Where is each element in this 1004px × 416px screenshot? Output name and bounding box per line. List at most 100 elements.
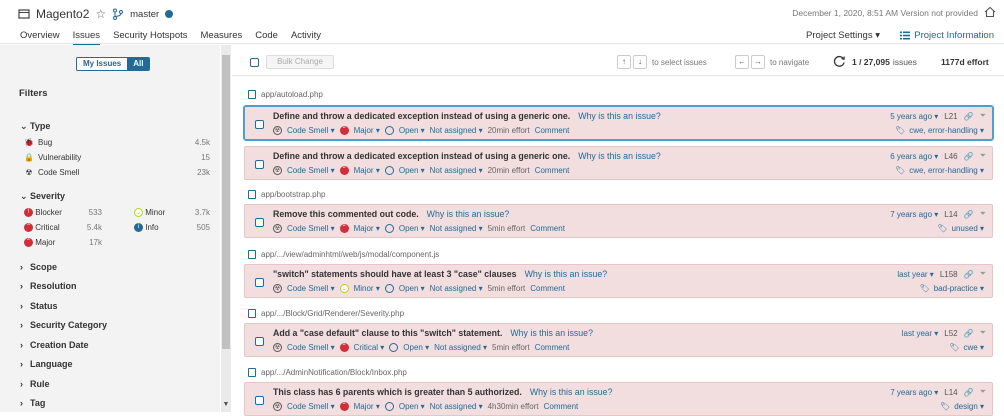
issue-status-dropdown[interactable]: Open ▾ bbox=[399, 402, 425, 411]
filter-severity-blocker[interactable]: ! Blocker 533 bbox=[24, 208, 102, 217]
why-is-this-an-issue-link[interactable]: Why is this an issue? bbox=[510, 328, 593, 338]
issue-assignee-dropdown[interactable]: Not assigned ▾ bbox=[430, 126, 483, 135]
permalink-icon[interactable]: 🔗 bbox=[964, 112, 974, 121]
issue-checkbox[interactable] bbox=[255, 396, 264, 405]
branch-info-icon[interactable] bbox=[165, 10, 174, 18]
issue-item[interactable]: "switch" statements should have at least… bbox=[244, 264, 993, 298]
permalink-icon[interactable]: 🔗 bbox=[964, 329, 974, 338]
permalink-icon[interactable]: 🔗 bbox=[964, 270, 974, 279]
issue-severity-dropdown[interactable]: Major ▾ bbox=[354, 126, 380, 135]
component-file-path[interactable]: app/.../Block/Grid/Renderer/Severity.php bbox=[248, 309, 404, 318]
all-issues-button[interactable]: All bbox=[127, 58, 150, 70]
filter-icon[interactable]: ⏷ bbox=[980, 151, 986, 161]
issue-severity-dropdown[interactable]: Major ▾ bbox=[354, 166, 380, 175]
issue-item[interactable]: This class has 6 parents which is greate… bbox=[244, 382, 993, 416]
filter-icon[interactable]: ⏷ bbox=[980, 269, 986, 279]
filter-severity-info[interactable]: i Info 505 bbox=[134, 223, 210, 232]
filter-icon[interactable]: ⏷ bbox=[980, 328, 986, 338]
filter-icon[interactable]: ⏷ bbox=[980, 209, 986, 219]
project-name[interactable]: Magento2 bbox=[36, 7, 89, 21]
issue-age-dropdown[interactable]: 7 years ago ▾ bbox=[890, 388, 938, 397]
issue-severity-dropdown[interactable]: Critical ▾ bbox=[354, 343, 385, 352]
bulk-change-button[interactable]: Bulk Change bbox=[266, 55, 334, 69]
filter-icon[interactable]: ⏷ bbox=[980, 387, 986, 397]
issue-type-dropdown[interactable]: Code Smell ▾ bbox=[287, 166, 335, 175]
why-is-this-an-issue-link[interactable]: Why is this an issue? bbox=[578, 111, 661, 121]
filter-severity-header[interactable]: ⌄ Severity bbox=[20, 191, 65, 202]
issue-type-dropdown[interactable]: Code Smell ▾ bbox=[287, 284, 335, 293]
issue-status-dropdown[interactable]: Open ▾ bbox=[399, 284, 425, 293]
filter-rule[interactable]: › Rule bbox=[20, 379, 50, 389]
comment-link[interactable]: Comment bbox=[535, 126, 570, 135]
issue-message[interactable]: Define and throw a dedicated exception i… bbox=[273, 111, 570, 121]
issue-age-dropdown[interactable]: last year ▾ bbox=[897, 270, 933, 279]
filter-resolution[interactable]: › Resolution bbox=[20, 281, 77, 291]
permalink-icon[interactable]: 🔗 bbox=[964, 388, 974, 397]
tab-overview[interactable]: Overview bbox=[20, 30, 60, 46]
issue-assignee-dropdown[interactable]: Not assigned ▾ bbox=[430, 402, 483, 411]
permalink-icon[interactable]: 🔗 bbox=[964, 152, 974, 161]
issue-type-dropdown[interactable]: Code Smell ▾ bbox=[287, 402, 335, 411]
filter-type-bug[interactable]: 🐞 Bug 4.5k bbox=[24, 138, 210, 147]
reload-icon[interactable] bbox=[833, 55, 846, 68]
comment-link[interactable]: Comment bbox=[535, 343, 570, 352]
permalink-icon[interactable]: 🔗 bbox=[964, 210, 974, 219]
issue-age-dropdown[interactable]: 5 years ago ▾ bbox=[890, 112, 938, 121]
filter-scope[interactable]: › Scope bbox=[20, 262, 57, 272]
issue-checkbox[interactable] bbox=[255, 337, 264, 346]
issue-message[interactable]: "switch" statements should have at least… bbox=[273, 269, 517, 279]
issue-tags-dropdown[interactable]: bad-practice ▾ bbox=[934, 284, 984, 293]
filter-tag[interactable]: › Tag bbox=[20, 398, 45, 408]
filter-icon[interactable]: ⏷ bbox=[980, 111, 986, 121]
issue-checkbox[interactable] bbox=[255, 120, 264, 129]
tab-issues[interactable]: Issues bbox=[72, 30, 101, 46]
branch-name[interactable]: master bbox=[130, 9, 159, 20]
issue-item[interactable]: Remove this commented out code. Why is th… bbox=[244, 204, 993, 238]
tab-activity[interactable]: Activity bbox=[291, 30, 321, 46]
issue-status-dropdown[interactable]: Open ▾ bbox=[399, 126, 425, 135]
why-is-this-an-issue-link[interactable]: Why is this an issue? bbox=[530, 387, 613, 397]
select-all-checkbox[interactable] bbox=[250, 58, 259, 67]
tab-measures[interactable]: Measures bbox=[201, 30, 243, 46]
issue-tags-dropdown[interactable]: cwe, error-handling ▾ bbox=[909, 126, 984, 135]
filter-type-header[interactable]: ⌄ Type bbox=[20, 121, 50, 132]
tab-security-hotspots[interactable]: Security Hotspots bbox=[113, 30, 187, 46]
comment-link[interactable]: Comment bbox=[530, 224, 565, 233]
tab-code[interactable]: Code bbox=[255, 30, 278, 46]
component-file-path[interactable]: app/autoload.php bbox=[248, 90, 323, 99]
filter-severity-major[interactable]: ⌃ Major 17k bbox=[24, 238, 102, 247]
issue-assignee-dropdown[interactable]: Not assigned ▾ bbox=[430, 284, 483, 293]
issue-age-dropdown[interactable]: last year ▾ bbox=[902, 329, 938, 338]
issue-age-dropdown[interactable]: 7 years ago ▾ bbox=[890, 210, 938, 219]
issue-type-dropdown[interactable]: Code Smell ▾ bbox=[287, 343, 335, 352]
issue-assignee-dropdown[interactable]: Not assigned ▾ bbox=[434, 343, 487, 352]
sidebar-scrollbar-thumb[interactable] bbox=[222, 55, 230, 349]
comment-link[interactable]: Comment bbox=[544, 402, 579, 411]
issue-message[interactable]: Add a "case default" clause to this "swi… bbox=[273, 328, 502, 338]
issue-assignee-dropdown[interactable]: Not assigned ▾ bbox=[430, 224, 483, 233]
filter-creation-date[interactable]: › Creation Date bbox=[20, 340, 89, 350]
filter-severity-critical[interactable]: ⌃ Critical 5.4k bbox=[24, 223, 102, 232]
filter-security-category[interactable]: › Security Category bbox=[20, 320, 107, 330]
issue-item[interactable]: Define and throw a dedicated exception i… bbox=[244, 146, 993, 180]
filter-severity-minor[interactable]: ⌄ Minor 3.7k bbox=[134, 208, 210, 217]
issue-item[interactable]: Add a "case default" clause to this "swi… bbox=[244, 323, 993, 357]
issue-status-dropdown[interactable]: Open ▾ bbox=[403, 343, 429, 352]
filter-type-vulnerability[interactable]: 🔒 Vulnerability 15 bbox=[24, 153, 210, 162]
issue-age-dropdown[interactable]: 6 years ago ▾ bbox=[890, 152, 938, 161]
issue-message[interactable]: Remove this commented out code. bbox=[273, 209, 419, 219]
filter-type-code-smell[interactable]: ☢ Code Smell 23k bbox=[24, 168, 210, 177]
component-file-path[interactable]: app/bootstrap.php bbox=[248, 190, 326, 199]
issue-item[interactable]: Define and throw a dedicated exception i… bbox=[243, 105, 994, 141]
why-is-this-an-issue-link[interactable]: Why is this an issue? bbox=[525, 269, 608, 279]
issue-severity-dropdown[interactable]: Major ▾ bbox=[354, 224, 380, 233]
filter-status[interactable]: › Status bbox=[20, 301, 58, 311]
my-issues-button[interactable]: My Issues bbox=[77, 58, 128, 70]
issue-assignee-dropdown[interactable]: Not assigned ▾ bbox=[430, 166, 483, 175]
component-file-path[interactable]: app/.../AdminNotification/Block/Inbox.ph… bbox=[248, 368, 407, 377]
comment-link[interactable]: Comment bbox=[535, 166, 570, 175]
issue-status-dropdown[interactable]: Open ▾ bbox=[399, 166, 425, 175]
issue-type-dropdown[interactable]: Code Smell ▾ bbox=[287, 126, 335, 135]
issue-tags-dropdown[interactable]: design ▾ bbox=[954, 402, 984, 411]
favorite-star-icon[interactable]: ☆ bbox=[95, 7, 106, 21]
